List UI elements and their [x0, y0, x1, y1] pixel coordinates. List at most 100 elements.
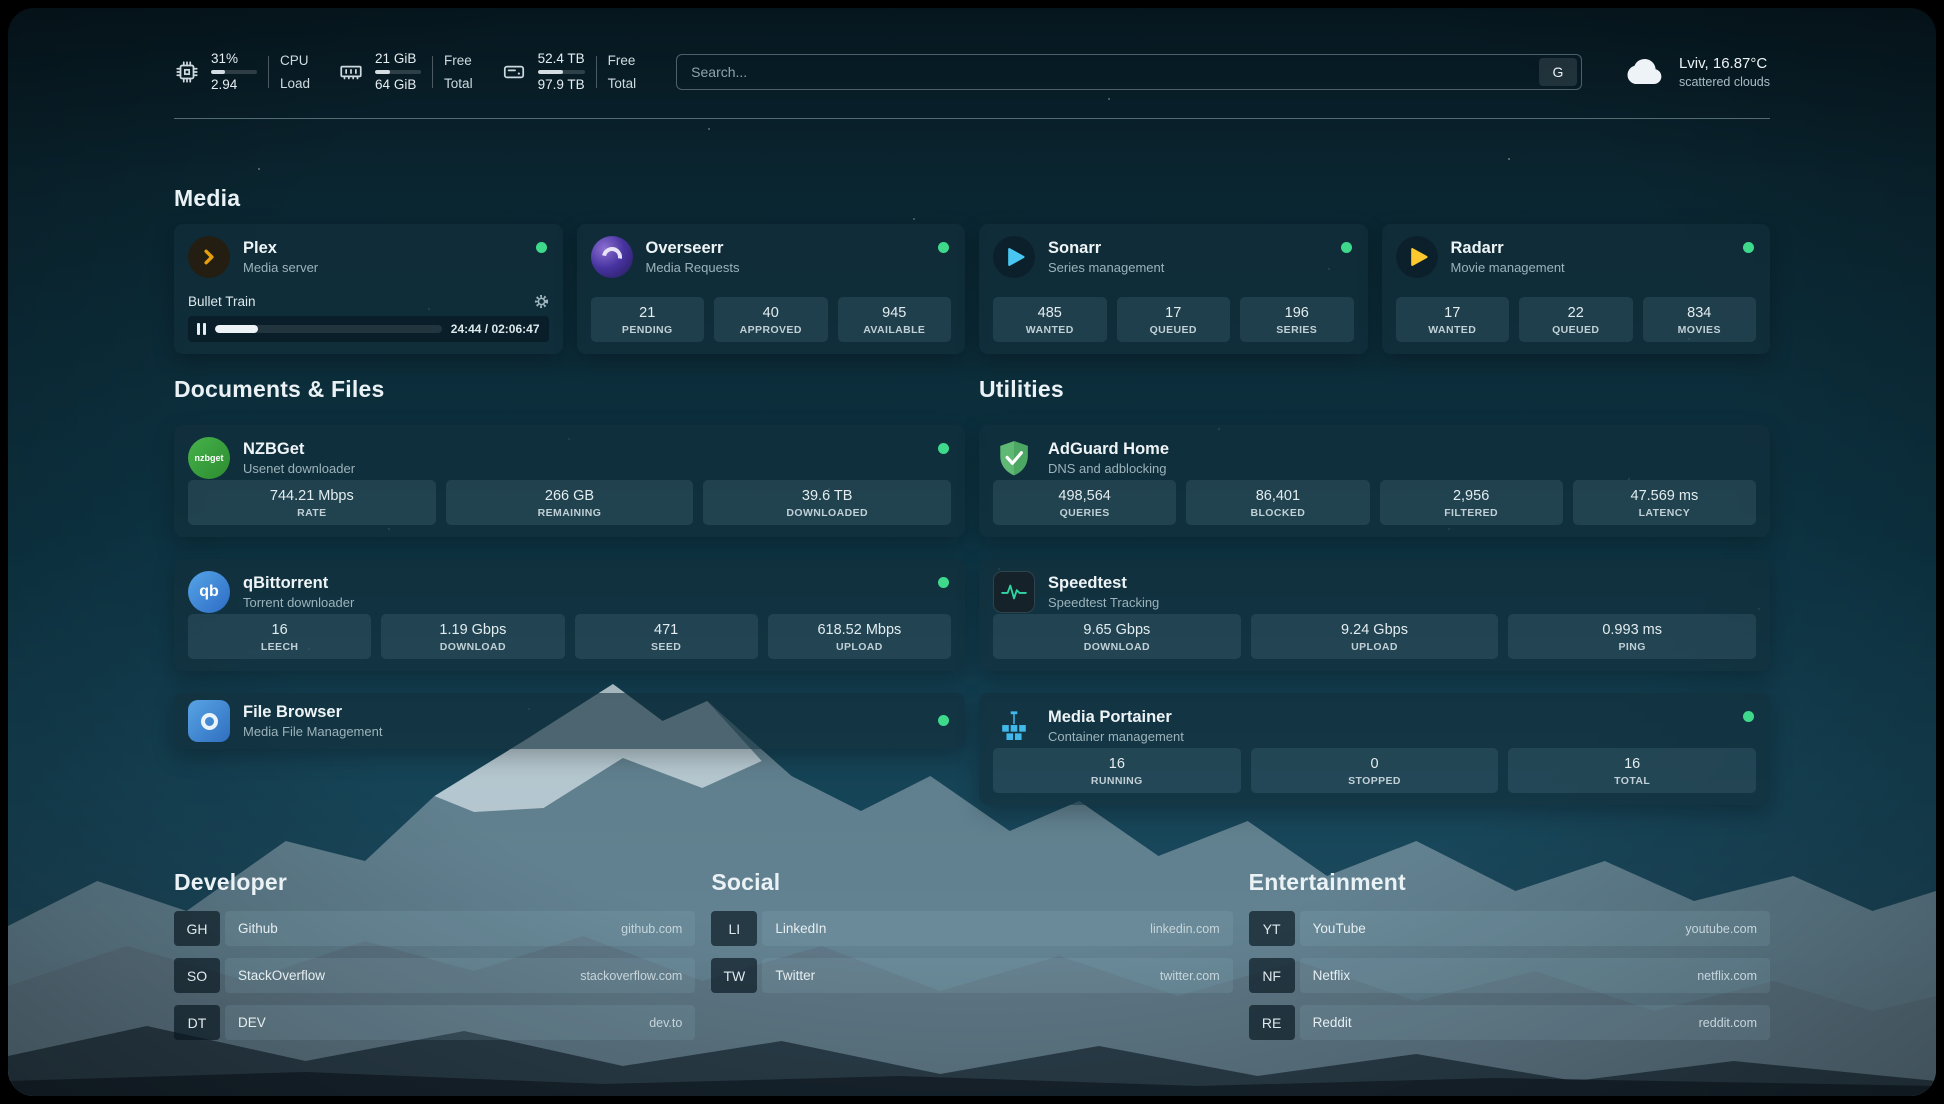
section-title-developer: Developer [174, 869, 695, 896]
status-badge [1341, 242, 1352, 253]
section-title-entertainment: Entertainment [1249, 869, 1770, 896]
service-card-overseerr[interactable]: Overseerr Media Requests 21PENDING 40APP… [577, 224, 966, 354]
disk-total-label: Total [608, 76, 637, 92]
disk-total: 97.9 TB [538, 77, 585, 93]
radarr-icon [1396, 236, 1438, 278]
status-badge [938, 715, 949, 726]
divider [432, 56, 433, 88]
service-subtitle: Series management [1048, 260, 1164, 275]
bookmark-url: reddit.com [1699, 1016, 1757, 1030]
disk-free-label: Free [608, 53, 637, 69]
playback-time: 24:44 / 02:06:47 [451, 322, 540, 336]
bookmark-stackoverflow[interactable]: SO StackOverflow stackoverflow.com [174, 958, 695, 993]
bookmark-youtube[interactable]: YT YouTube youtube.com [1249, 911, 1770, 946]
service-card-plex[interactable]: Plex Media server Bullet Train [174, 224, 563, 354]
bookmark-name: Netflix [1313, 968, 1351, 983]
stat-download: 9.65 GbpsDOWNLOAD [993, 614, 1241, 659]
settings-gear-icon[interactable] [534, 294, 549, 309]
stat-queued: 22QUEUED [1519, 297, 1633, 342]
service-subtitle: Media Requests [646, 260, 740, 275]
service-card-qbittorrent[interactable]: qb qBittorrent Torrent downloader 16LEEC… [174, 559, 965, 671]
cpu-icon [174, 59, 200, 85]
memory-free-label: Free [444, 53, 473, 69]
bookmark-twitter[interactable]: TW Twitter twitter.com [711, 958, 1232, 993]
dashboard-frame: 31% 2.94 CPU Load 21 GiB 64 [8, 8, 1936, 1096]
bookmark-netflix[interactable]: NF Netflix netflix.com [1249, 958, 1770, 993]
service-subtitle: Container management [1048, 729, 1184, 744]
service-card-nzbget[interactable]: nzbget NZBGet Usenet downloader 744.21 M… [174, 425, 965, 537]
service-card-speedtest[interactable]: Speedtest Speedtest Tracking 9.65 GbpsDO… [979, 559, 1770, 671]
service-name: AdGuard Home [1048, 440, 1169, 459]
plex-icon [188, 236, 230, 278]
stat-upload: 618.52 MbpsUPLOAD [768, 614, 951, 659]
bookmark-name: StackOverflow [238, 968, 325, 983]
plex-now-playing: Bullet Train 24:44 / 02:06:47 [188, 294, 549, 342]
bookmark-abbr: DT [174, 1005, 220, 1040]
playback-bar: 24:44 / 02:06:47 [188, 316, 549, 342]
stat-upload: 9.24 GbpsUPLOAD [1251, 614, 1499, 659]
status-badge [1743, 242, 1754, 253]
section-utilities: Utilities AdGuard Home [979, 376, 1770, 805]
service-subtitle: Usenet downloader [243, 461, 355, 476]
weather-condition: scattered clouds [1679, 75, 1770, 89]
service-subtitle: Media File Management [243, 724, 382, 739]
stat-seed: 471SEED [575, 614, 758, 659]
section-title-media: Media [174, 185, 1770, 212]
bookmark-url: netflix.com [1697, 969, 1757, 983]
stat-remaining: 266 GBREMAINING [446, 480, 694, 525]
memory-widget: 21 GiB 64 GiB Free Total [338, 51, 473, 92]
bookmark-group-developer: Developer GH Github github.com SO StackO… [174, 869, 695, 1040]
weather-widget: Lviv, 16.87°C scattered clouds [1622, 55, 1770, 89]
section-media: Media Plex Media server Bullet Train [174, 185, 1770, 354]
search-input[interactable] [691, 64, 1539, 80]
weather-location: Lviv, 16.87°C [1679, 55, 1770, 73]
playback-progress-fill [215, 325, 258, 333]
topbar-divider [174, 118, 1770, 119]
service-card-adguard[interactable]: AdGuard Home DNS and adblocking 498,564Q… [979, 425, 1770, 537]
bookmark-dev[interactable]: DT DEV dev.to [174, 1005, 695, 1040]
pause-icon[interactable] [197, 323, 206, 335]
cpu-percent: 31% [211, 51, 257, 67]
stat-queries: 498,564QUERIES [993, 480, 1176, 525]
disk-widget: 52.4 TB 97.9 TB Free Total [501, 51, 637, 92]
service-card-portainer[interactable]: Media Portainer Container management 16R… [979, 693, 1770, 805]
disk-free: 52.4 TB [538, 51, 585, 67]
service-subtitle: DNS and adblocking [1048, 461, 1169, 476]
system-resources-widget: 31% 2.94 CPU Load 21 GiB 64 [174, 51, 636, 92]
service-name: Media Portainer [1048, 708, 1184, 727]
stat-series: 196SERIES [1240, 297, 1354, 342]
search-provider-button[interactable]: G [1539, 58, 1577, 86]
service-card-sonarr[interactable]: Sonarr Series management 485WANTED 17QUE… [979, 224, 1368, 354]
memory-free: 21 GiB [375, 51, 421, 67]
service-name: Sonarr [1048, 239, 1164, 258]
cpu-label: CPU [280, 53, 310, 69]
stat-latency: 47.569 msLATENCY [1573, 480, 1756, 525]
service-subtitle: Media server [243, 260, 318, 275]
service-card-filebrowser[interactable]: File Browser Media File Management [174, 693, 965, 749]
service-card-radarr[interactable]: Radarr Movie management 17WANTED 22QUEUE… [1382, 224, 1771, 354]
bookmark-abbr: LI [711, 911, 757, 946]
bookmark-github[interactable]: GH Github github.com [174, 911, 695, 946]
memory-total: 64 GiB [375, 77, 421, 93]
bookmark-name: Github [238, 921, 278, 936]
memory-progress-bar [375, 70, 421, 74]
section-title-utilities: Utilities [979, 376, 1770, 403]
bookmark-reddit[interactable]: RE Reddit reddit.com [1249, 1005, 1770, 1040]
bookmark-url: twitter.com [1160, 969, 1220, 983]
status-badge [938, 242, 949, 253]
memory-icon [338, 59, 364, 85]
portainer-icon [993, 705, 1035, 747]
bookmark-name: DEV [238, 1015, 266, 1030]
stat-wanted: 485WANTED [993, 297, 1107, 342]
cpu-widget: 31% 2.94 CPU Load [174, 51, 310, 92]
bookmark-url: linkedin.com [1150, 922, 1219, 936]
service-subtitle: Speedtest Tracking [1048, 595, 1159, 610]
stat-blocked: 86,401BLOCKED [1186, 480, 1369, 525]
bookmark-linkedin[interactable]: LI LinkedIn linkedin.com [711, 911, 1232, 946]
stat-pending: 21PENDING [591, 297, 705, 342]
status-badge [938, 443, 949, 454]
status-badge [938, 577, 949, 588]
filebrowser-icon [188, 700, 230, 742]
top-bar: 31% 2.94 CPU Load 21 GiB 64 [174, 50, 1770, 94]
stat-running: 16RUNNING [993, 748, 1241, 793]
